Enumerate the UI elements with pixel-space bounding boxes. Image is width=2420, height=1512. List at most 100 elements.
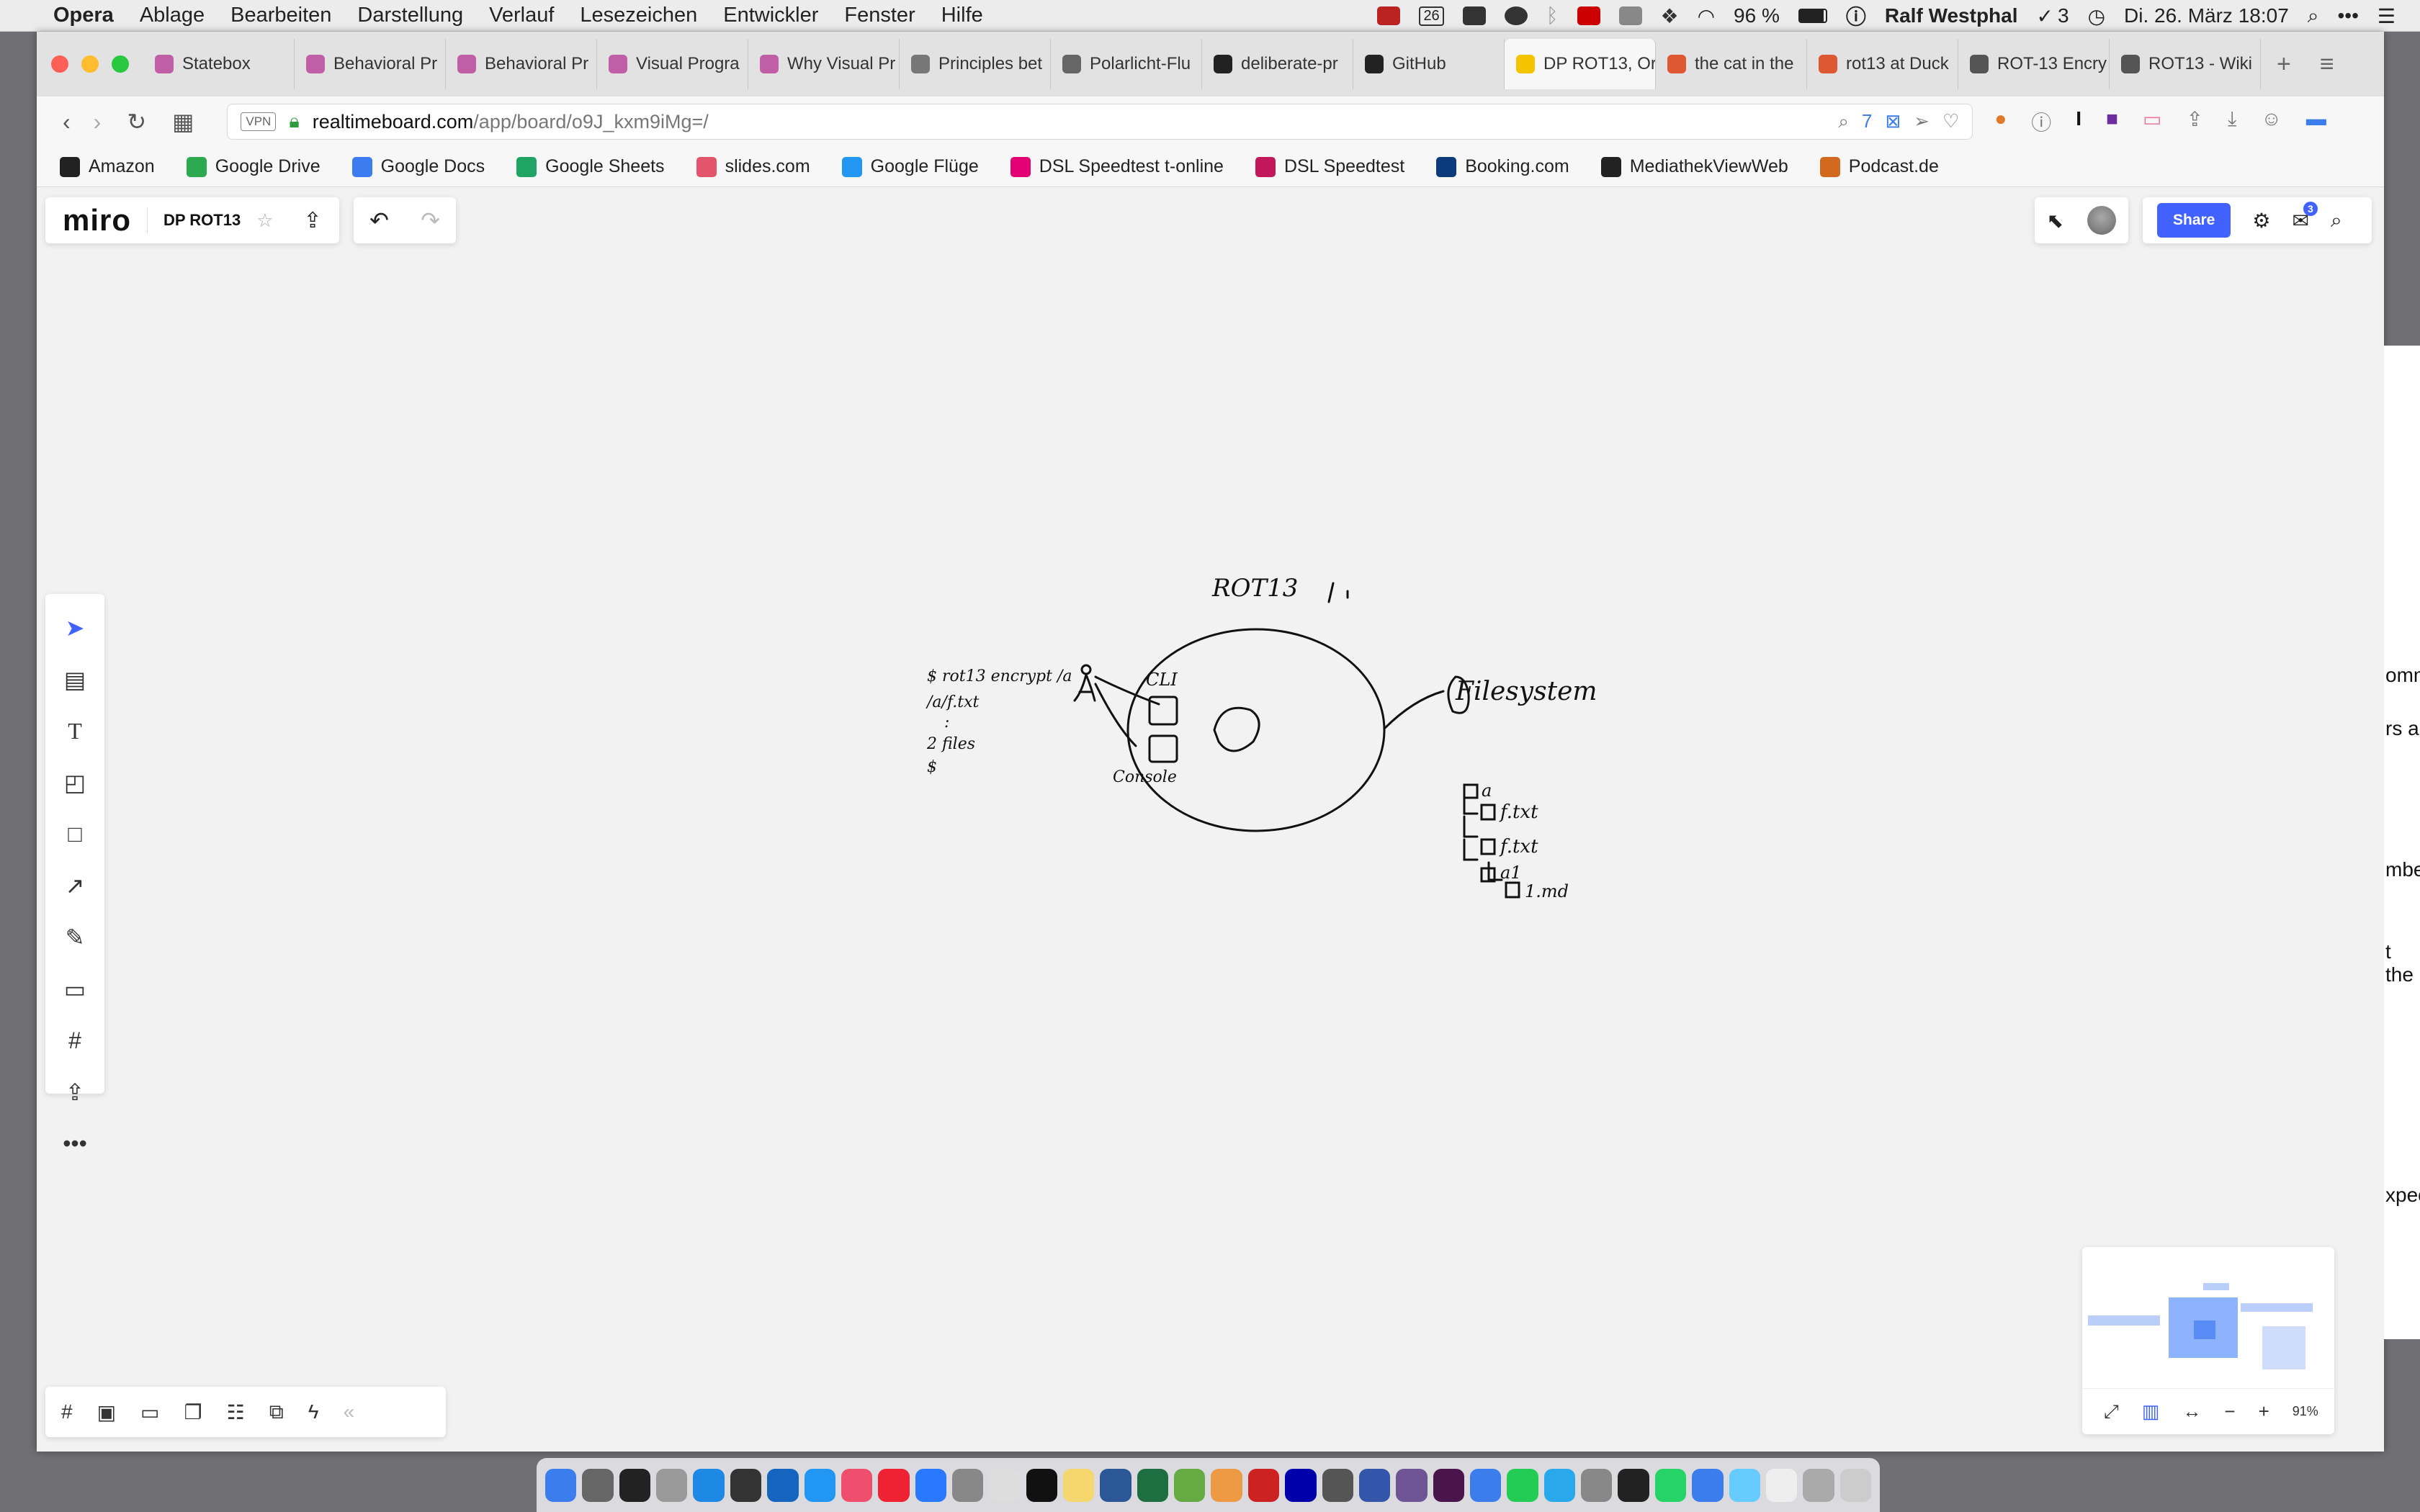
instapaper-icon[interactable]: I — [2076, 107, 2081, 136]
dock-app-icon[interactable] — [1803, 1468, 1834, 1502]
menu-lesezeichen[interactable]: Lesezeichen — [580, 4, 697, 27]
dock-app-icon[interactable] — [1729, 1468, 1760, 1502]
export-icon[interactable]: ⇪ — [304, 208, 322, 233]
menu-darstellung[interactable]: Darstellung — [357, 4, 463, 27]
search-icon[interactable]: ⌕ — [2331, 209, 2342, 233]
calendar-icon[interactable]: 26 — [1419, 6, 1444, 26]
bookmark-5[interactable]: Google Flüge — [841, 156, 979, 177]
dock-app-icon[interactable] — [1692, 1468, 1724, 1502]
lock-icon[interactable]: 🔒︎ — [289, 110, 299, 133]
board-name[interactable]: DP ROT13 — [163, 211, 241, 230]
tab-6[interactable]: Polarlicht-Flu — [1051, 39, 1202, 89]
tab-0[interactable]: Statebox — [143, 39, 295, 89]
screenshare-icon[interactable]: ⧉ — [269, 1400, 284, 1424]
tab-2[interactable]: Behavioral Pr — [446, 39, 597, 89]
download-icon[interactable]: ⤓ — [2228, 107, 2236, 136]
bookmark-10[interactable]: Podcast.de — [1819, 156, 1939, 177]
maximize-window-icon[interactable] — [112, 55, 129, 73]
upload-tool-icon[interactable]: ⇪ — [66, 1079, 85, 1106]
present-icon[interactable]: ▣ — [97, 1400, 116, 1424]
more-icon[interactable]: ••• — [2337, 4, 2358, 27]
dock-app-icon[interactable] — [1285, 1468, 1317, 1502]
map-icon[interactable]: ▥ — [2142, 1400, 2160, 1423]
tab-9[interactable]: DP ROT13, Or — [1505, 39, 1656, 89]
undo-icon[interactable]: ↶ — [369, 207, 389, 234]
bookmark-8[interactable]: Booking.com — [1436, 156, 1569, 177]
dock-app-icon[interactable] — [989, 1468, 1021, 1502]
tab-12[interactable]: ROT-13 Encry — [1958, 39, 2110, 89]
zoom-in-icon[interactable]: + — [2259, 1400, 2269, 1423]
cards-icon[interactable]: ☷ — [227, 1400, 245, 1424]
vpn-badge[interactable]: VPN — [241, 112, 277, 131]
battery-icon[interactable] — [1798, 9, 1827, 23]
back-icon[interactable]: ‹ — [63, 109, 71, 135]
adblock-icon[interactable]: ⊠ — [1885, 110, 1901, 133]
menu-hilfe[interactable]: Hilfe — [941, 4, 983, 27]
duckduckgo-icon[interactable]: ● — [1994, 107, 2007, 136]
dock-app-icon[interactable] — [1137, 1468, 1169, 1502]
send-icon[interactable]: ➢ — [1914, 110, 1930, 133]
tab-3[interactable]: Visual Progra — [597, 39, 748, 89]
red-status-icon[interactable] — [1577, 6, 1600, 25]
new-tab-icon[interactable]: + — [2277, 50, 2291, 78]
account-icon[interactable]: ☺ — [2261, 107, 2282, 136]
bookmark-3[interactable]: Google Sheets — [516, 156, 665, 177]
avatar[interactable] — [2087, 206, 2117, 235]
train-icon[interactable] — [1618, 6, 1642, 25]
dock-app-icon[interactable] — [1174, 1468, 1206, 1502]
arrow-tool-icon[interactable]: ↗ — [66, 872, 85, 899]
notifications-icon[interactable]: ✉ 3 — [2292, 201, 2318, 233]
shield-icon[interactable] — [1504, 6, 1528, 25]
menu-verlauf[interactable]: Verlauf — [489, 4, 554, 27]
info-icon[interactable]: ⓘ — [1846, 1, 1866, 30]
pen-tool-icon[interactable]: ✎ — [66, 924, 85, 951]
miro-board-canvas[interactable]: miro DP ROT13 ☆ ⇪ ↶ ↷ ⬉ Share ⚙ ✉ 3 ⌕ ➤ ▤… — [37, 187, 2384, 1452]
camera-icon[interactable] — [1462, 6, 1486, 25]
tab-10[interactable]: the cat in the — [1656, 39, 1807, 89]
dock-app-icon[interactable] — [1100, 1468, 1131, 1502]
dock-app-icon[interactable] — [804, 1468, 835, 1502]
dock-app-icon[interactable] — [1211, 1468, 1242, 1502]
bookmark-6[interactable]: DSL Speedtest t-online — [1010, 156, 1224, 177]
dock-app-icon[interactable] — [1581, 1468, 1613, 1502]
battery-saver-icon[interactable]: ▬ — [2306, 107, 2326, 136]
dock-app-icon[interactable] — [1247, 1468, 1280, 1502]
forward-icon[interactable]: › — [94, 109, 102, 135]
fit-width-icon[interactable]: ↔ — [2182, 1400, 2201, 1423]
dock-app-icon[interactable] — [1322, 1468, 1353, 1502]
dock-app-icon[interactable] — [1433, 1468, 1464, 1502]
redo-icon[interactable]: ↷ — [421, 207, 440, 234]
reload-icon[interactable]: ↻ — [127, 108, 146, 135]
more-tools-icon[interactable]: ••• — [63, 1130, 87, 1157]
fit-screen-icon[interactable]: ⤢ — [2104, 1400, 2119, 1423]
dock-app-icon[interactable] — [1469, 1468, 1502, 1502]
frames-icon[interactable]: # — [61, 1400, 73, 1423]
dock-app-icon[interactable] — [915, 1468, 946, 1502]
share-icon[interactable]: ⇪ — [2186, 107, 2202, 136]
check-icon[interactable]: ✓ — [2037, 4, 2053, 28]
dock-app-icon[interactable] — [951, 1468, 984, 1502]
select-tool-icon[interactable]: ➤ — [66, 614, 85, 642]
tab-4[interactable]: Why Visual Pr — [748, 39, 900, 89]
dock-app-icon[interactable] — [841, 1468, 873, 1502]
dock-app-icon[interactable] — [1026, 1468, 1058, 1502]
bookmark-9[interactable]: MediathekViewWeb — [1600, 156, 1788, 177]
dock-app-icon[interactable] — [1618, 1468, 1649, 1502]
tab-1[interactable]: Behavioral Pr — [295, 39, 446, 89]
menu-fenster[interactable]: Fenster — [844, 4, 915, 27]
dock-app-icon[interactable] — [582, 1468, 614, 1502]
close-window-icon[interactable] — [51, 55, 68, 73]
chat-icon[interactable]: ▭ — [2143, 107, 2161, 136]
dock-app-icon[interactable] — [1358, 1468, 1391, 1502]
dock-app-icon[interactable] — [1654, 1468, 1687, 1502]
bookmark-0[interactable]: Amazon — [60, 156, 155, 177]
dock-app-icon[interactable] — [693, 1468, 725, 1502]
bookmark-1[interactable]: Google Drive — [186, 156, 321, 177]
spotlight-icon[interactable]: ⌕ — [2308, 4, 2319, 28]
templates-tool-icon[interactable]: ▤ — [64, 666, 86, 693]
dropbox-icon[interactable]: ❖ — [1661, 4, 1679, 28]
menu-ablage[interactable]: Ablage — [140, 4, 205, 27]
menu-entwickler[interactable]: Entwickler — [723, 4, 818, 27]
search-icon[interactable]: ⌕ — [1838, 110, 1849, 133]
comment-tool-icon[interactable]: ▭ — [64, 976, 86, 1003]
